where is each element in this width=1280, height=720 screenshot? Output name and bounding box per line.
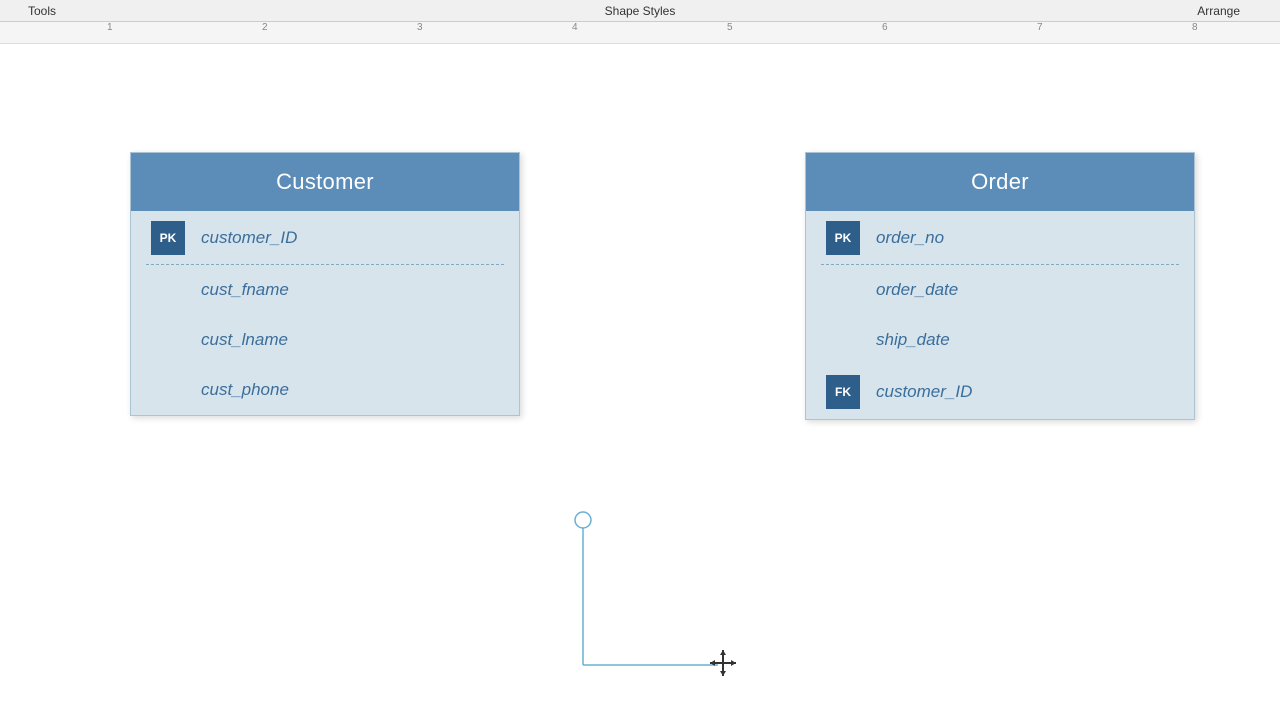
cust-phone-row[interactable]: cust_phone	[131, 365, 519, 415]
order-table[interactable]: Order PK order_no order_date ship_date F…	[805, 152, 1195, 420]
cust-phone-field: cust_phone	[201, 380, 289, 400]
fk-customer-id-field: customer_ID	[876, 382, 972, 402]
ruler-mark-8: 8	[1192, 22, 1198, 35]
ruler-mark-6: 6	[882, 22, 888, 35]
cust-fname-field: cust_fname	[201, 280, 289, 300]
order-pk-row[interactable]: PK order_no	[806, 211, 1194, 265]
connector-circle	[575, 512, 591, 528]
menu-item-arrange[interactable]: Arrange	[1177, 0, 1260, 22]
ship-date-field: ship_date	[876, 330, 950, 350]
move-cursor-icon	[708, 648, 738, 678]
ruler-mark-5: 5	[727, 22, 733, 35]
customer-table-header: Customer	[131, 153, 519, 211]
menu-item-tools[interactable]: Tools	[8, 0, 76, 22]
menu-bar-items: Tools Shape Styles Arrange	[8, 0, 1272, 22]
move-cursor-indicator	[708, 648, 738, 683]
ruler-mark-2: 2	[262, 22, 268, 35]
customer-pk-row[interactable]: PK customer_ID	[131, 211, 519, 265]
ruler-mark-1: 1	[107, 22, 113, 35]
pk-badge-customer: PK	[151, 221, 185, 255]
order-table-header: Order	[806, 153, 1194, 211]
cust-fname-row[interactable]: cust_fname	[131, 265, 519, 315]
order-no-field: order_no	[876, 228, 944, 248]
order-date-field: order_date	[876, 280, 958, 300]
cust-lname-row[interactable]: cust_lname	[131, 315, 519, 365]
menu-item-shape-styles[interactable]: Shape Styles	[585, 0, 696, 22]
ruler-mark-7: 7	[1037, 22, 1043, 35]
customer-table-body: PK customer_ID cust_fname cust_lname cus…	[131, 211, 519, 415]
ship-date-row[interactable]: ship_date	[806, 315, 1194, 365]
customer-table[interactable]: Customer PK customer_ID cust_fname cust_…	[130, 152, 520, 416]
menu-bar: Tools Shape Styles Arrange	[0, 0, 1280, 22]
fk-badge-order: FK	[826, 375, 860, 409]
customer-id-field: customer_ID	[201, 228, 297, 248]
ruler-mark-4: 4	[572, 22, 578, 35]
order-date-row[interactable]: order_date	[806, 265, 1194, 315]
order-table-body: PK order_no order_date ship_date FK cust…	[806, 211, 1194, 419]
pk-badge-order: PK	[826, 221, 860, 255]
ruler-mark-3: 3	[417, 22, 423, 35]
fk-customer-id-row[interactable]: FK customer_ID	[806, 365, 1194, 419]
cust-lname-field: cust_lname	[201, 330, 288, 350]
ruler: 1 2 3 4 5 6 7 8	[0, 22, 1280, 44]
canvas[interactable]: Customer PK customer_ID cust_fname cust_…	[0, 44, 1280, 720]
